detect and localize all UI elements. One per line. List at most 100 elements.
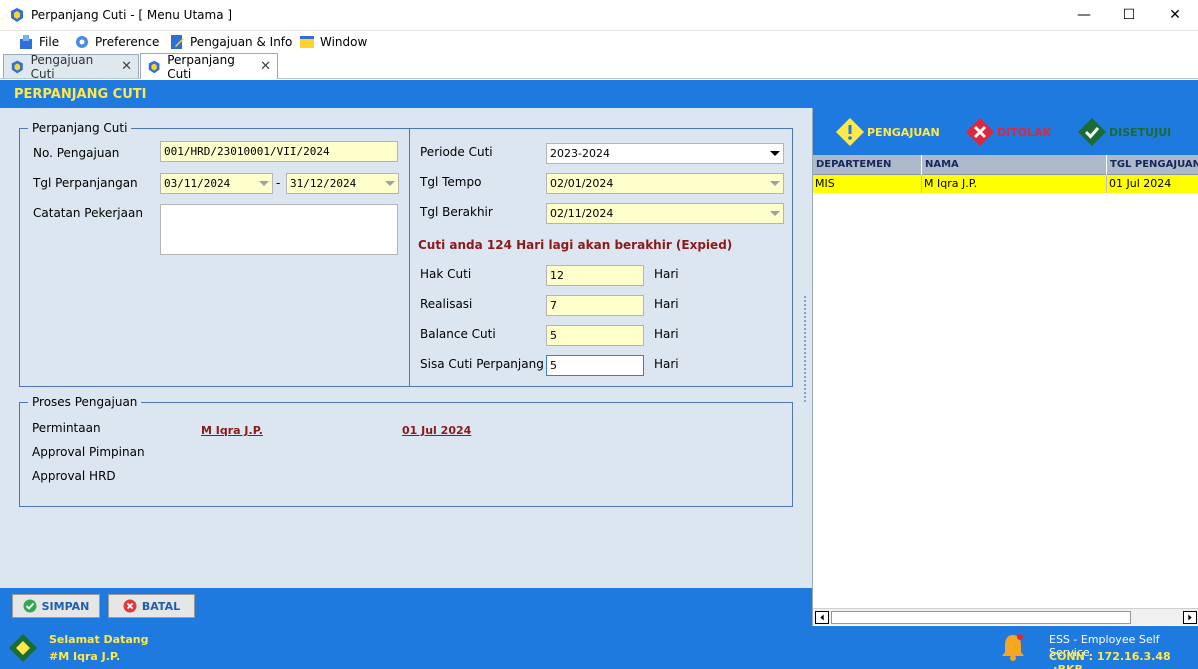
catatan-pekerjaan-label: Catatan Pekerjaan [33, 206, 143, 220]
chevron-down-icon[interactable] [770, 211, 780, 216]
hak-cuti-unit: Hari [654, 267, 679, 281]
scroll-left-icon[interactable] [815, 611, 829, 624]
no-pengajuan-field[interactable]: 001/HRD/23010001/VII/2024 [160, 141, 398, 162]
tab-close-icon[interactable]: ✕ [121, 59, 132, 74]
chevron-down-icon[interactable] [770, 151, 780, 156]
periode-cuti-value: 2023-2024 [550, 147, 610, 160]
notification-bell-icon[interactable] [999, 632, 1027, 662]
chevron-down-icon[interactable] [770, 181, 780, 186]
cancel-circle-icon [123, 599, 137, 613]
balance-cuti-label: Balance Cuti [420, 327, 496, 341]
permintaan-date-link[interactable]: 01 Jul 2024 [402, 424, 471, 437]
current-user: #M Iqra J.P. [49, 650, 121, 663]
tab-close-icon[interactable]: ✕ [260, 59, 271, 74]
close-button[interactable]: ✕ [1152, 0, 1198, 31]
scroll-thumb[interactable] [831, 611, 1131, 624]
tab-pengajuan-cuti[interactable]: Pengajuan Cuti ✕ [3, 52, 139, 81]
permintaan-label: Permintaan [32, 421, 101, 435]
menu-pengajuan-info[interactable]: Pengajuan & Info [169, 32, 292, 51]
gear-icon [76, 35, 88, 48]
tgl-from-picker[interactable]: 03/11/2024 [160, 173, 273, 194]
tgl-berakhir-value: 02/11/2024 [550, 207, 614, 220]
group-title: Proses Pengajuan [28, 395, 142, 409]
realisasi-field[interactable]: 7 [546, 295, 644, 316]
sisa-cuti-field[interactable]: 5 [546, 355, 644, 376]
scroll-right-icon[interactable] [1183, 611, 1197, 624]
window-icon [300, 35, 314, 48]
periode-cuti-select[interactable]: 2023-2024 [546, 143, 784, 164]
menu-bar: File Preference Pengajuan & Info Window [0, 31, 1198, 52]
tgl-tempo-value: 02/01/2024 [550, 177, 614, 190]
column-header-departemen[interactable]: DEPARTEMEN [813, 155, 922, 175]
menu-window[interactable]: Window [299, 32, 367, 51]
simpan-label: SIMPAN [41, 599, 90, 613]
menu-file[interactable]: File [18, 32, 59, 51]
chevron-down-icon[interactable] [385, 181, 395, 186]
horizontal-scrollbar[interactable] [813, 608, 1198, 625]
tgl-to-picker[interactable]: 31/12/2024 [286, 173, 399, 194]
expiry-warning: Cuti anda 124 Hari lagi akan berakhir (E… [418, 238, 733, 252]
form-panel: Perpanjang Cuti No. Pengajuan 001/HRD/23… [0, 108, 812, 588]
balance-cuti-field[interactable]: 5 [546, 325, 644, 346]
tab-label: Perpanjang Cuti [167, 52, 235, 81]
app-logo-icon [9, 634, 37, 662]
status-pengajuan-label: PENGAJUAN [867, 125, 940, 139]
status-disetujui-label: DISETUJUI [1109, 125, 1172, 139]
action-bar: SIMPAN BATAL [0, 588, 812, 626]
app-logo-icon [148, 60, 160, 73]
submission-list-panel: PENGAJUAN DITOLAK DISETUJUI DEPARTEMEN N… [812, 108, 1198, 626]
tgl-berakhir-picker[interactable]: 02/11/2024 [546, 203, 784, 224]
approval-hrd-label: Approval HRD [32, 469, 116, 483]
batal-button[interactable]: BATAL [108, 594, 195, 618]
column-header-tgl-pengajuan[interactable]: TGL PENGAJUAN [1107, 155, 1198, 175]
minimize-button[interactable]: — [1061, 0, 1107, 31]
app-logo-icon [11, 60, 23, 73]
hak-cuti-field[interactable]: 12 [546, 265, 644, 286]
approval-pimpinan-label: Approval Pimpinan [32, 445, 145, 459]
permintaan-name-link[interactable]: M Iqra J.P. [201, 424, 263, 437]
catatan-pekerjaan-textarea[interactable] [160, 204, 398, 255]
tgl-from-value: 03/11/2024 [164, 177, 231, 190]
perpanjang-cuti-group: Perpanjang Cuti [19, 121, 793, 387]
app-logo-icon [11, 8, 23, 22]
menu-preference[interactable]: Preference [74, 32, 159, 51]
cell-tgl-pengajuan: 01 Jul 2024 [1109, 177, 1172, 190]
status-filter-bar: PENGAJUAN DITOLAK DISETUJUI [813, 108, 1198, 155]
date-separator: - [276, 176, 281, 190]
status-pengajuan-tab[interactable]: PENGAJUAN [835, 116, 940, 148]
tab-label: Pengajuan Cuti [30, 52, 94, 81]
page-header: PERPANJANG CUTI [0, 80, 1198, 108]
approved-diamond-icon [1078, 118, 1106, 146]
column-header-nama[interactable]: NAMA [922, 155, 1107, 175]
tgl-berakhir-label: Tgl Berakhir [420, 205, 493, 219]
table-row[interactable]: MIS M Iqra J.P. 01 Jul 2024 [813, 175, 1198, 193]
no-pengajuan-label: No. Pengajuan [33, 146, 120, 160]
periode-cuti-label: Periode Cuti [420, 145, 493, 159]
grid-header: DEPARTEMEN NAMA TGL PENGAJUAN [813, 155, 1198, 175]
menu-preference-label: Preference [95, 34, 160, 49]
file-icon [20, 34, 32, 49]
rejected-diamond-icon [966, 118, 994, 146]
connection-info: CONN : 172.16.3.48 .:BKB [1049, 650, 1171, 669]
status-ditolak-label: DITOLAK [997, 125, 1052, 139]
balance-cuti-unit: Hari [654, 327, 679, 341]
batal-label: BATAL [141, 599, 181, 613]
hak-cuti-label: Hak Cuti [420, 267, 472, 281]
group-title: Perpanjang Cuti [28, 121, 132, 135]
tgl-tempo-picker[interactable]: 02/01/2024 [546, 173, 784, 194]
pending-diamond-icon [836, 118, 864, 146]
document-edit-icon [171, 34, 184, 49]
panel-splitter[interactable] [804, 296, 807, 402]
menu-window-label: Window [320, 34, 368, 49]
tgl-to-value: 31/12/2024 [290, 177, 357, 190]
status-disetujui-tab[interactable]: DISETUJUI [1077, 116, 1171, 148]
sisa-cuti-unit: Hari [654, 357, 679, 371]
group-divider [409, 129, 410, 386]
chevron-down-icon[interactable] [259, 181, 269, 186]
window-title: Perpanjang Cuti - [ Menu Utama ] [31, 8, 233, 22]
status-ditolak-tab[interactable]: DITOLAK [965, 116, 1051, 148]
tab-bar: Pengajuan Cuti ✕ Perpanjang Cuti ✕ [0, 52, 1198, 81]
maximize-button[interactable]: ☐ [1106, 0, 1152, 31]
tab-perpanjang-cuti[interactable]: Perpanjang Cuti ✕ [140, 52, 278, 81]
simpan-button[interactable]: SIMPAN [12, 594, 100, 618]
